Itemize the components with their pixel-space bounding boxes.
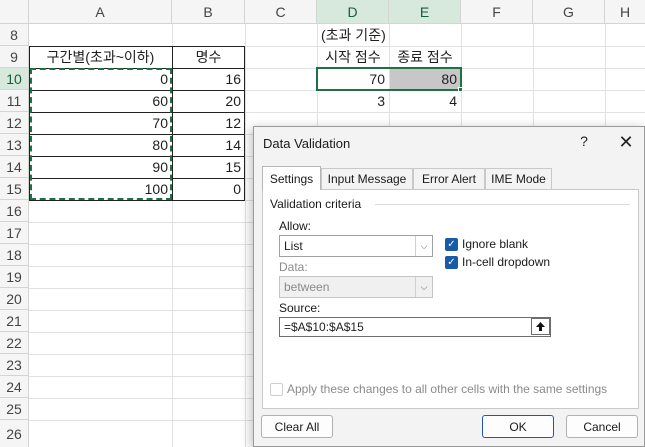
row-header-17[interactable]: 17 bbox=[0, 222, 29, 244]
range-header-cell[interactable]: 구간별(초과~이하) bbox=[29, 46, 172, 68]
row-header-23[interactable]: 23 bbox=[0, 354, 29, 376]
row-header-25[interactable]: 25 bbox=[0, 398, 29, 420]
column-header-h[interactable]: H bbox=[605, 0, 645, 24]
apply-all-label: Apply these changes to all other cells w… bbox=[287, 382, 608, 396]
count-value-cell[interactable]: 14 bbox=[172, 134, 245, 156]
chevron-down-icon: ⌵ bbox=[415, 277, 432, 297]
start-score-header-cell[interactable]: 시작 점수 bbox=[317, 46, 389, 68]
row-header-12[interactable]: 12 bbox=[0, 112, 29, 134]
ok-button[interactable]: OK bbox=[482, 415, 554, 438]
cancel-button[interactable]: Cancel bbox=[566, 415, 638, 438]
source-input[interactable]: =$A$10:$A$15 bbox=[279, 317, 551, 337]
chevron-down-icon: ⌵ bbox=[415, 236, 432, 256]
column-header-d[interactable]: D bbox=[317, 0, 389, 24]
row-header-9[interactable]: 9 bbox=[0, 46, 29, 68]
row-header-8[interactable]: 8 bbox=[0, 24, 29, 46]
count-header-cell[interactable]: 명수 bbox=[172, 46, 245, 68]
range-value-cell[interactable]: 0 bbox=[29, 68, 172, 90]
column-header-c[interactable]: C bbox=[245, 0, 317, 24]
tab-settings[interactable]: Settings bbox=[262, 166, 321, 190]
row-header-21[interactable]: 21 bbox=[0, 310, 29, 332]
row-header-22[interactable]: 22 bbox=[0, 332, 29, 354]
data-select[interactable]: between ⌵ bbox=[279, 276, 433, 298]
range-value-cell[interactable]: 70 bbox=[29, 112, 172, 134]
data-label: Data: bbox=[279, 260, 308, 274]
upload-arrow-icon bbox=[536, 322, 545, 331]
apply-all-checkbox[interactable] bbox=[270, 383, 283, 396]
dialog-title: Data Validation bbox=[263, 136, 351, 151]
row-header-20[interactable]: 20 bbox=[0, 288, 29, 310]
range-value-cell[interactable]: 90 bbox=[29, 156, 172, 178]
count-value-cell[interactable]: 0 bbox=[172, 178, 245, 200]
row-header-26[interactable]: 26 bbox=[0, 420, 29, 447]
start-count-cell[interactable]: 3 bbox=[317, 90, 389, 112]
source-input-value: =$A$10:$A$15 bbox=[284, 320, 364, 334]
data-select-value: between bbox=[284, 280, 330, 294]
column-header-e[interactable]: E bbox=[389, 0, 461, 24]
help-icon[interactable]: ? bbox=[574, 133, 594, 149]
section-divider bbox=[375, 204, 630, 205]
row-header-16[interactable]: 16 bbox=[0, 200, 29, 222]
in-cell-dropdown-checkbox[interactable]: ✓ bbox=[445, 256, 458, 269]
ignore-blank-label[interactable]: Ignore blank bbox=[462, 237, 528, 251]
active-selection-border bbox=[316, 67, 462, 91]
end-count-cell[interactable]: 4 bbox=[389, 90, 461, 112]
tab-input-message[interactable]: Input Message bbox=[321, 168, 413, 189]
count-value-cell[interactable]: 20 bbox=[172, 90, 245, 112]
allow-select[interactable]: List ⌵ bbox=[279, 235, 433, 257]
settings-panel: Validation criteria Allow: List ⌵ ✓ Igno… bbox=[262, 189, 639, 409]
end-score-header-cell[interactable]: 종료 점수 bbox=[389, 46, 461, 68]
in-cell-dropdown-label[interactable]: In-cell dropdown bbox=[462, 255, 550, 269]
column-header-f[interactable]: F bbox=[461, 0, 533, 24]
select-all-corner[interactable] bbox=[0, 0, 29, 24]
column-header-g[interactable]: G bbox=[533, 0, 605, 24]
column-header-b[interactable]: B bbox=[172, 0, 245, 24]
criteria-note-cell[interactable]: (초과 기준) bbox=[317, 24, 417, 46]
close-icon[interactable]: ✕ bbox=[614, 130, 638, 154]
range-value-cell[interactable]: 100 bbox=[29, 178, 172, 200]
count-value-cell[interactable]: 12 bbox=[172, 112, 245, 134]
data-validation-dialog: Data Validation ? ✕ Settings Input Messa… bbox=[253, 126, 645, 447]
row-header-10[interactable]: 10 bbox=[0, 68, 29, 90]
clear-all-button[interactable]: Clear All bbox=[261, 415, 333, 438]
column-header-a[interactable]: A bbox=[29, 0, 172, 24]
range-value-cell[interactable]: 60 bbox=[29, 90, 172, 112]
row-header-18[interactable]: 18 bbox=[0, 244, 29, 266]
row-header-24[interactable]: 24 bbox=[0, 376, 29, 398]
range-value-cell[interactable]: 80 bbox=[29, 134, 172, 156]
validation-criteria-heading: Validation criteria bbox=[270, 197, 362, 211]
source-label: Source: bbox=[279, 301, 321, 315]
count-value-cell[interactable]: 16 bbox=[172, 68, 245, 90]
gridline bbox=[245, 24, 246, 447]
count-value-cell[interactable]: 15 bbox=[172, 156, 245, 178]
ignore-blank-checkbox[interactable]: ✓ bbox=[445, 238, 458, 251]
allow-label: Allow: bbox=[279, 219, 312, 233]
tab-ime-mode[interactable]: IME Mode bbox=[485, 168, 552, 189]
row-header-11[interactable]: 11 bbox=[0, 90, 29, 112]
row-header-19[interactable]: 19 bbox=[0, 266, 29, 288]
collapse-dialog-button[interactable] bbox=[531, 318, 550, 335]
tab-error-alert[interactable]: Error Alert bbox=[413, 168, 485, 189]
allow-select-value: List bbox=[284, 239, 303, 253]
row-header-15[interactable]: 15 bbox=[0, 178, 29, 200]
row-header-14[interactable]: 14 bbox=[0, 156, 29, 178]
row-header-13[interactable]: 13 bbox=[0, 134, 29, 156]
